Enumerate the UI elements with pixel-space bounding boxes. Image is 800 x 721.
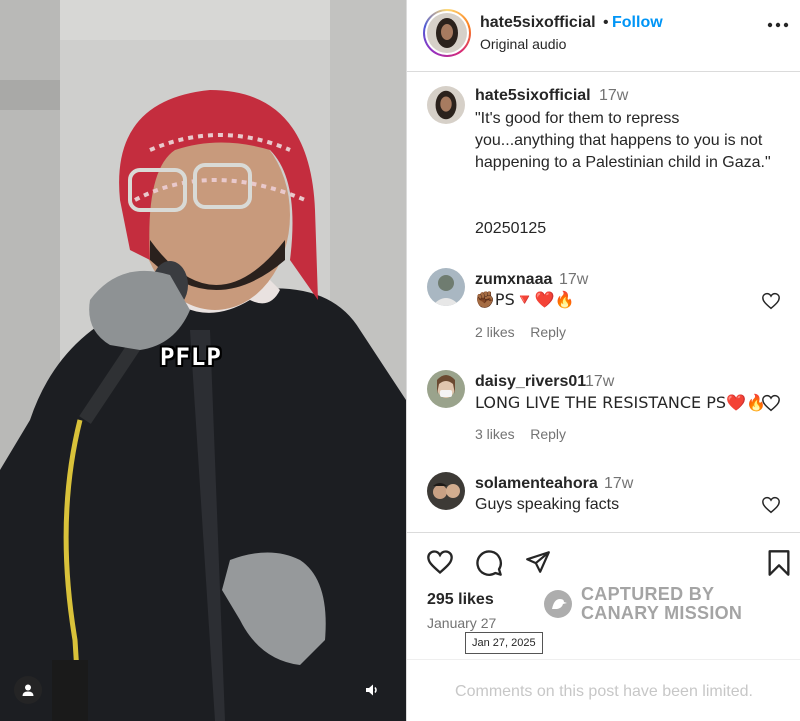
audio-icon	[366, 684, 377, 696]
heart-icon[interactable]	[761, 394, 781, 412]
original-audio-link[interactable]: Original audio	[480, 36, 566, 52]
author-username[interactable]: hate5sixofficial	[480, 14, 596, 32]
comment-time[interactable]: 17w	[559, 271, 588, 289]
author-avatar[interactable]	[423, 9, 471, 57]
comments-limited-notice: Comments on this post have been limited.	[407, 659, 800, 701]
caption-text: "It's good for them to repress you...any…	[475, 110, 771, 171]
comment-username[interactable]: zumxnaaa	[475, 271, 552, 289]
follow-button[interactable]: Follow	[612, 14, 663, 32]
comment-username[interactable]: daisy_rivers01	[475, 373, 586, 391]
comment-likes[interactable]: 2 likes	[475, 324, 515, 340]
date-tooltip: Jan 27, 2025	[465, 632, 543, 654]
comment-reply-button[interactable]: Reply	[530, 426, 566, 442]
bookmark-icon[interactable]	[767, 549, 791, 577]
comment-avatar[interactable]	[427, 370, 465, 408]
caption-tag: 20250125	[475, 220, 547, 237]
post-actions: 295 likes January 27 Jan 27, 2025 CAPTUR…	[407, 532, 800, 721]
comments-list[interactable]: hate5sixofficial 17w "It's good for them…	[407, 72, 800, 532]
audio-toggle-button[interactable]	[358, 676, 386, 704]
caption-username[interactable]: hate5sixofficial	[475, 87, 591, 105]
comment-reply-button[interactable]: Reply	[530, 324, 566, 340]
avatar-image	[427, 268, 465, 306]
comment-text: LONG LIVE THE RESISTANCE PS❤️🔥	[475, 393, 766, 412]
comment-likes[interactable]: 3 likes	[475, 426, 515, 442]
video-caption-overlay: PFLP	[160, 343, 222, 371]
share-icon[interactable]	[524, 549, 552, 575]
comment-avatar[interactable]	[427, 472, 465, 510]
comment-avatar[interactable]	[427, 268, 465, 306]
post-date[interactable]: January 27	[427, 615, 496, 631]
caption-time[interactable]: 17w	[599, 87, 628, 105]
avatar-image	[427, 370, 465, 408]
like-heart-icon[interactable]	[426, 549, 454, 575]
separator-dot: •	[603, 14, 609, 31]
comment-meta: 3 likes Reply	[475, 426, 566, 442]
tagged-users-button[interactable]	[14, 676, 42, 704]
comment-text: Guys speaking facts	[475, 496, 620, 513]
canary-logo-icon	[544, 590, 572, 618]
comment-text: ✊🏾PS🔻❤️🔥	[475, 290, 575, 309]
comment-time[interactable]: 17w	[604, 475, 633, 493]
heart-icon[interactable]	[761, 496, 781, 514]
tagged-user-icon	[22, 684, 34, 696]
likes-count[interactable]: 295 likes	[427, 591, 494, 609]
comment-icon[interactable]	[475, 549, 503, 577]
comment-meta: 2 likes Reply	[475, 324, 566, 340]
avatar-image	[427, 13, 467, 53]
watermark-line1: CAPTURED BY	[581, 584, 715, 604]
avatar-image	[427, 472, 465, 510]
more-icon[interactable]	[767, 22, 789, 28]
avatar-image	[427, 86, 465, 124]
watermark-line2: CANARY MISSION	[581, 603, 743, 623]
post-media[interactable]: PFLP	[0, 0, 406, 721]
comment-username[interactable]: solamenteahora	[475, 475, 598, 493]
post-header: hate5sixofficial • Follow Original audio	[407, 0, 800, 72]
caption-author-avatar[interactable]	[427, 86, 465, 124]
heart-icon[interactable]	[761, 292, 781, 310]
canary-mission-watermark: CAPTURED BY CANARY MISSION	[543, 585, 742, 623]
post-side-panel: hate5sixofficial • Follow Original audio…	[406, 0, 800, 721]
comment-time[interactable]: 17w	[585, 373, 614, 391]
